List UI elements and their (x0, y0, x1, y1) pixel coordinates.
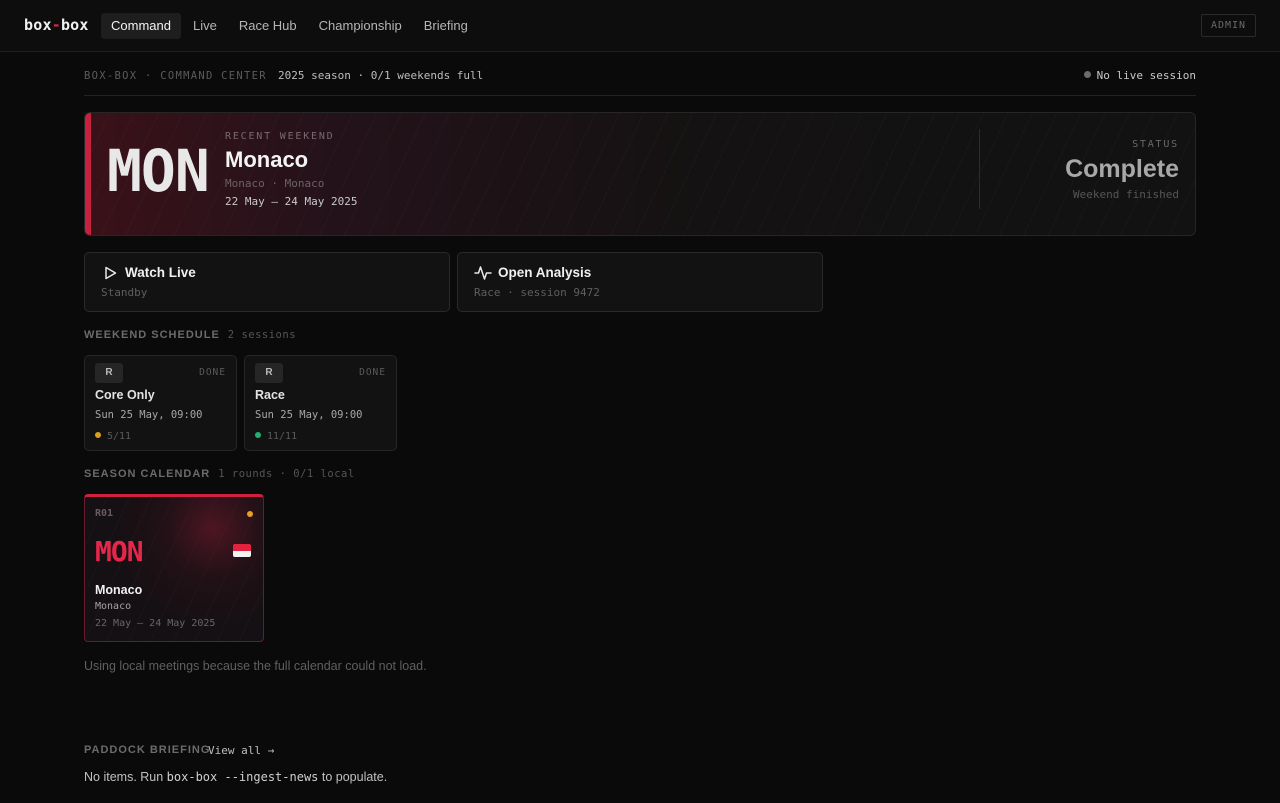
ingest-command: box-box --ingest-news (166, 770, 319, 784)
status-label: STATUS (1132, 139, 1179, 150)
status-value: Complete (1065, 155, 1179, 183)
season-calendar-title: SEASON CALENDAR (84, 468, 211, 480)
season-summary: 2025 season · 0/1 weekends full (278, 69, 484, 82)
weekend-kicker: RECENT WEEKEND (225, 131, 335, 142)
logo-text-right: box (60, 16, 89, 34)
calendar-round-card[interactable]: R01 MON Monaco Monaco 22 May – 24 May 20… (84, 494, 264, 642)
live-session-status: No live session (1083, 69, 1196, 82)
weekend-location: Monaco · Monaco (225, 177, 325, 190)
session-type-badge: R (255, 363, 283, 383)
logo-separator: - (51, 16, 61, 34)
season-calendar-meta: 1 rounds · 0/1 local (218, 468, 355, 480)
monaco-flag-icon (233, 544, 251, 557)
round-dates: 22 May – 24 May 2025 (95, 618, 216, 629)
status-dot-icon (1083, 71, 1091, 78)
main-nav: Command Live Race Hub Championship Brief… (101, 13, 480, 39)
session-card[interactable]: R DONE Race Sun 25 May, 09:00 11/11 (244, 355, 397, 451)
session-time: Sun 25 May, 09:00 (255, 409, 363, 421)
weekend-schedule-title: WEEKEND SCHEDULE (84, 329, 220, 341)
open-analysis-title: Open Analysis (498, 265, 592, 280)
session-type-badge: R (95, 363, 123, 383)
hero-accent-bar (85, 113, 91, 235)
weekend-name: Monaco (225, 147, 309, 172)
view-all-link[interactable]: View all → (208, 744, 274, 757)
session-count: 5/11 (95, 431, 131, 442)
watch-live-subtext: Standby (101, 286, 148, 299)
weekend-schedule-meta: 2 sessions (227, 329, 297, 341)
admin-button[interactable]: ADMIN (1201, 14, 1256, 37)
session-dot-icon (95, 432, 101, 438)
session-state: DONE (199, 367, 226, 378)
session-time: Sun 25 May, 09:00 (95, 409, 203, 421)
nav-item-command[interactable]: Command (101, 13, 181, 39)
round-name: Monaco (95, 583, 143, 597)
nav-item-race-hub[interactable]: Race Hub (229, 13, 307, 39)
empty-suffix: to populate. (318, 770, 388, 784)
status-subtext: Weekend finished (1073, 188, 1179, 201)
open-analysis-subtext: Race · session 9472 (474, 286, 600, 299)
session-dot-icon (255, 432, 261, 438)
hero-divider (979, 129, 980, 209)
season-calendar-heading: SEASON CALENDAR 1 rounds · 0/1 local (84, 468, 355, 480)
app-logo[interactable]: box-box (24, 16, 89, 34)
logo-text-left: box (24, 16, 52, 34)
page-header: BOX-BOX · COMMAND CENTER 2025 season · 0… (84, 69, 1196, 96)
session-name: Core Only (95, 388, 155, 402)
empty-prefix: No items. Run (84, 770, 167, 784)
recent-weekend-card[interactable]: MON RECENT WEEKEND Monaco Monaco · Monac… (84, 112, 1196, 236)
weekend-schedule-heading: WEEKEND SCHEDULE 2 sessions (84, 329, 296, 341)
session-count: 11/11 (255, 431, 297, 442)
play-icon (105, 266, 117, 280)
nav-item-briefing[interactable]: Briefing (414, 13, 478, 39)
calendar-fallback-note: Using local meetings because the full ca… (84, 659, 427, 673)
paddock-briefing-title: PADDOCK BRIEFING (84, 744, 211, 756)
round-number: R01 (95, 508, 114, 519)
top-nav-bar: box-box Command Live Race Hub Championsh… (0, 0, 1280, 52)
pulse-icon (474, 266, 492, 280)
nav-item-championship[interactable]: Championship (309, 13, 412, 39)
round-status-dot-icon (247, 511, 253, 517)
session-state: DONE (359, 367, 386, 378)
briefing-empty-state: No items. Run box-box --ingest-news to p… (84, 770, 387, 784)
session-card[interactable]: R DONE Core Only Sun 25 May, 09:00 5/11 (84, 355, 237, 451)
watch-live-button[interactable]: Watch Live Standby (84, 252, 450, 312)
watch-live-title: Watch Live (125, 265, 196, 280)
round-code: MON (95, 535, 144, 568)
session-name: Race (255, 388, 285, 402)
weekend-code: MON (107, 137, 210, 205)
open-analysis-button[interactable]: Open Analysis Race · session 9472 (457, 252, 823, 312)
breadcrumb: BOX-BOX · COMMAND CENTER (84, 70, 267, 82)
session-count-text: 5/11 (107, 431, 132, 442)
live-status-text: No live session (1096, 69, 1196, 82)
round-location: Monaco (95, 601, 132, 612)
session-count-text: 11/11 (267, 431, 298, 442)
nav-item-live[interactable]: Live (183, 13, 227, 39)
weekend-dates: 22 May – 24 May 2025 (225, 195, 358, 208)
